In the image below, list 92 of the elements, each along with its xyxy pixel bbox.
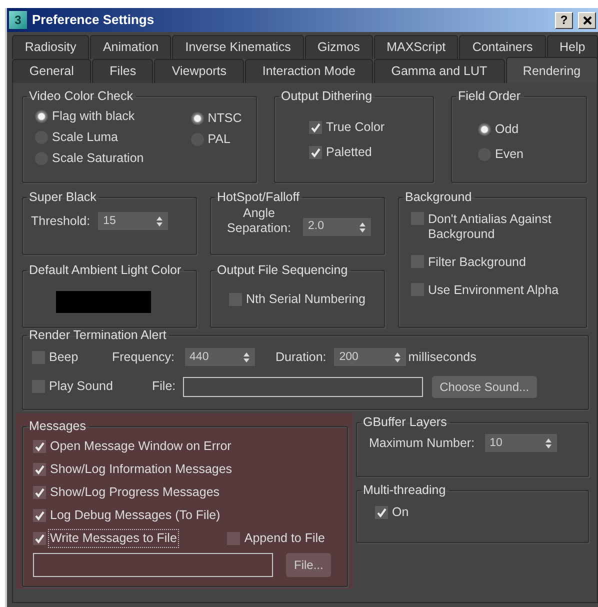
checkbox[interactable] <box>411 283 424 296</box>
field-label: Frequency: <box>112 349 175 366</box>
tab[interactable]: Inverse Kinematics <box>172 35 304 59</box>
group-title: Multi-threading <box>362 483 447 497</box>
file-path-field[interactable] <box>182 376 423 397</box>
duration-spinner[interactable]: 200 <box>334 348 406 366</box>
tab[interactable]: Radiosity <box>12 35 90 59</box>
spinner-arrows-icon <box>156 216 164 227</box>
close-icon <box>582 16 592 24</box>
maximum-number-spinner[interactable]: 10 <box>484 434 557 452</box>
group-title: Messages <box>28 419 87 433</box>
checkbox-label[interactable]: Don't Antialias Against Background <box>428 212 578 242</box>
group-title: Default Ambient Light Color <box>28 263 182 277</box>
checkbox[interactable] <box>227 532 240 545</box>
help-button[interactable]: ? <box>555 12 573 28</box>
tab[interactable]: Files <box>92 59 154 83</box>
window-title: Preference Settings <box>32 11 156 30</box>
group-title: Output Dithering <box>280 89 374 103</box>
file-path-field[interactable] <box>33 553 273 577</box>
tab[interactable]: Viewports <box>154 59 244 83</box>
group-title: GBuffer Layers <box>362 415 448 429</box>
checkbox-label[interactable]: Nth Serial Numbering <box>246 292 366 307</box>
checkbox-label[interactable]: Beep <box>49 350 78 365</box>
checkbox-label[interactable]: Play Sound <box>49 379 113 394</box>
tab[interactable]: Gamma and LUT <box>374 59 505 83</box>
checkbox-label[interactable]: On <box>392 505 409 520</box>
group-title: Video Color Check <box>28 89 134 103</box>
unit-label: milliseconds <box>408 349 476 366</box>
group-title: Field Order <box>457 89 522 103</box>
checkbox-label[interactable]: Log Debug Messages (To File) <box>50 508 220 523</box>
checkbox-label[interactable]: Append to File <box>244 531 325 546</box>
checkbox[interactable] <box>33 486 46 499</box>
spinner-arrows-icon <box>544 438 552 449</box>
field-label: Duration: <box>276 349 326 366</box>
checkbox[interactable] <box>33 463 46 476</box>
checkbox[interactable] <box>229 293 242 306</box>
tab[interactable]: Gizmos <box>304 35 373 59</box>
checkbox-label[interactable]: Open Message Window on Error <box>50 439 232 454</box>
field-label: Threshold: <box>31 213 90 230</box>
checkbox[interactable] <box>32 380 45 394</box>
spinner-arrows-icon <box>394 352 402 363</box>
close-button[interactable] <box>578 12 596 28</box>
checkbox-label[interactable]: Write Messages to File <box>50 531 177 546</box>
checkbox[interactable] <box>32 350 45 364</box>
group-title: Output File Sequencing <box>216 263 349 277</box>
radio-label[interactable]: Scale Luma <box>52 130 118 145</box>
radio-label[interactable]: Even <box>495 147 524 162</box>
checkbox[interactable] <box>309 121 322 134</box>
angle-spinner[interactable]: 2.0 <box>303 218 371 236</box>
group-title: HotSpot/Falloff <box>216 190 300 204</box>
checkbox[interactable] <box>411 212 424 225</box>
field-label: Angle Separation: <box>226 206 292 236</box>
file-button[interactable]: File... <box>286 553 332 577</box>
spinner-arrows-icon <box>359 222 366 232</box>
checkbox-label[interactable]: Paletted <box>326 145 372 160</box>
tab[interactable]: General <box>12 59 92 83</box>
tab[interactable]: MAXScript <box>374 35 458 59</box>
radio-button[interactable] <box>478 123 491 136</box>
radio-label[interactable]: NTSC <box>208 111 242 126</box>
checkbox-label[interactable]: Filter Background <box>428 255 526 270</box>
group-title: Super Black <box>28 190 98 204</box>
checkbox-label[interactable]: Show/Log Information Messages <box>50 462 232 477</box>
checkbox-label[interactable]: True Color <box>326 120 385 135</box>
choose-sound-button[interactable]: Choose Sound... <box>432 376 538 398</box>
radio-button[interactable] <box>190 112 204 125</box>
checkbox[interactable] <box>309 146 322 159</box>
spinner-arrows-icon <box>242 352 250 363</box>
field-label: Maximum Number: <box>369 435 475 452</box>
app-icon: 3 <box>9 11 27 29</box>
field-label: File: <box>152 378 176 396</box>
tab[interactable]: Rendering <box>506 57 598 83</box>
tab[interactable]: Animation <box>90 35 172 59</box>
threshold-spinner[interactable]: 15 <box>98 212 168 230</box>
checkbox-label[interactable]: Use Environment Alpha <box>428 283 559 298</box>
group-title: Render Termination Alert <box>28 328 168 342</box>
color-swatch[interactable] <box>56 291 151 313</box>
radio-label[interactable]: Odd <box>495 122 519 137</box>
tab[interactable]: Containers <box>459 35 546 59</box>
frequency-spinner[interactable]: 440 <box>184 348 255 366</box>
radio-label[interactable]: Flag with black <box>52 109 135 124</box>
checkbox[interactable] <box>33 509 46 522</box>
radio-label[interactable]: PAL <box>208 132 230 147</box>
checkbox[interactable] <box>33 440 46 453</box>
checkbox[interactable] <box>375 506 388 519</box>
tab[interactable]: Help <box>546 35 598 59</box>
radio-label[interactable]: Scale Saturation <box>52 151 144 166</box>
checkbox[interactable] <box>33 532 46 545</box>
group-title: Background <box>404 190 473 204</box>
tab[interactable]: Interaction Mode <box>244 59 373 83</box>
checkbox-label[interactable]: Show/Log Progress Messages <box>50 485 220 500</box>
checkbox[interactable] <box>411 255 424 268</box>
radio-button[interactable] <box>35 110 48 123</box>
